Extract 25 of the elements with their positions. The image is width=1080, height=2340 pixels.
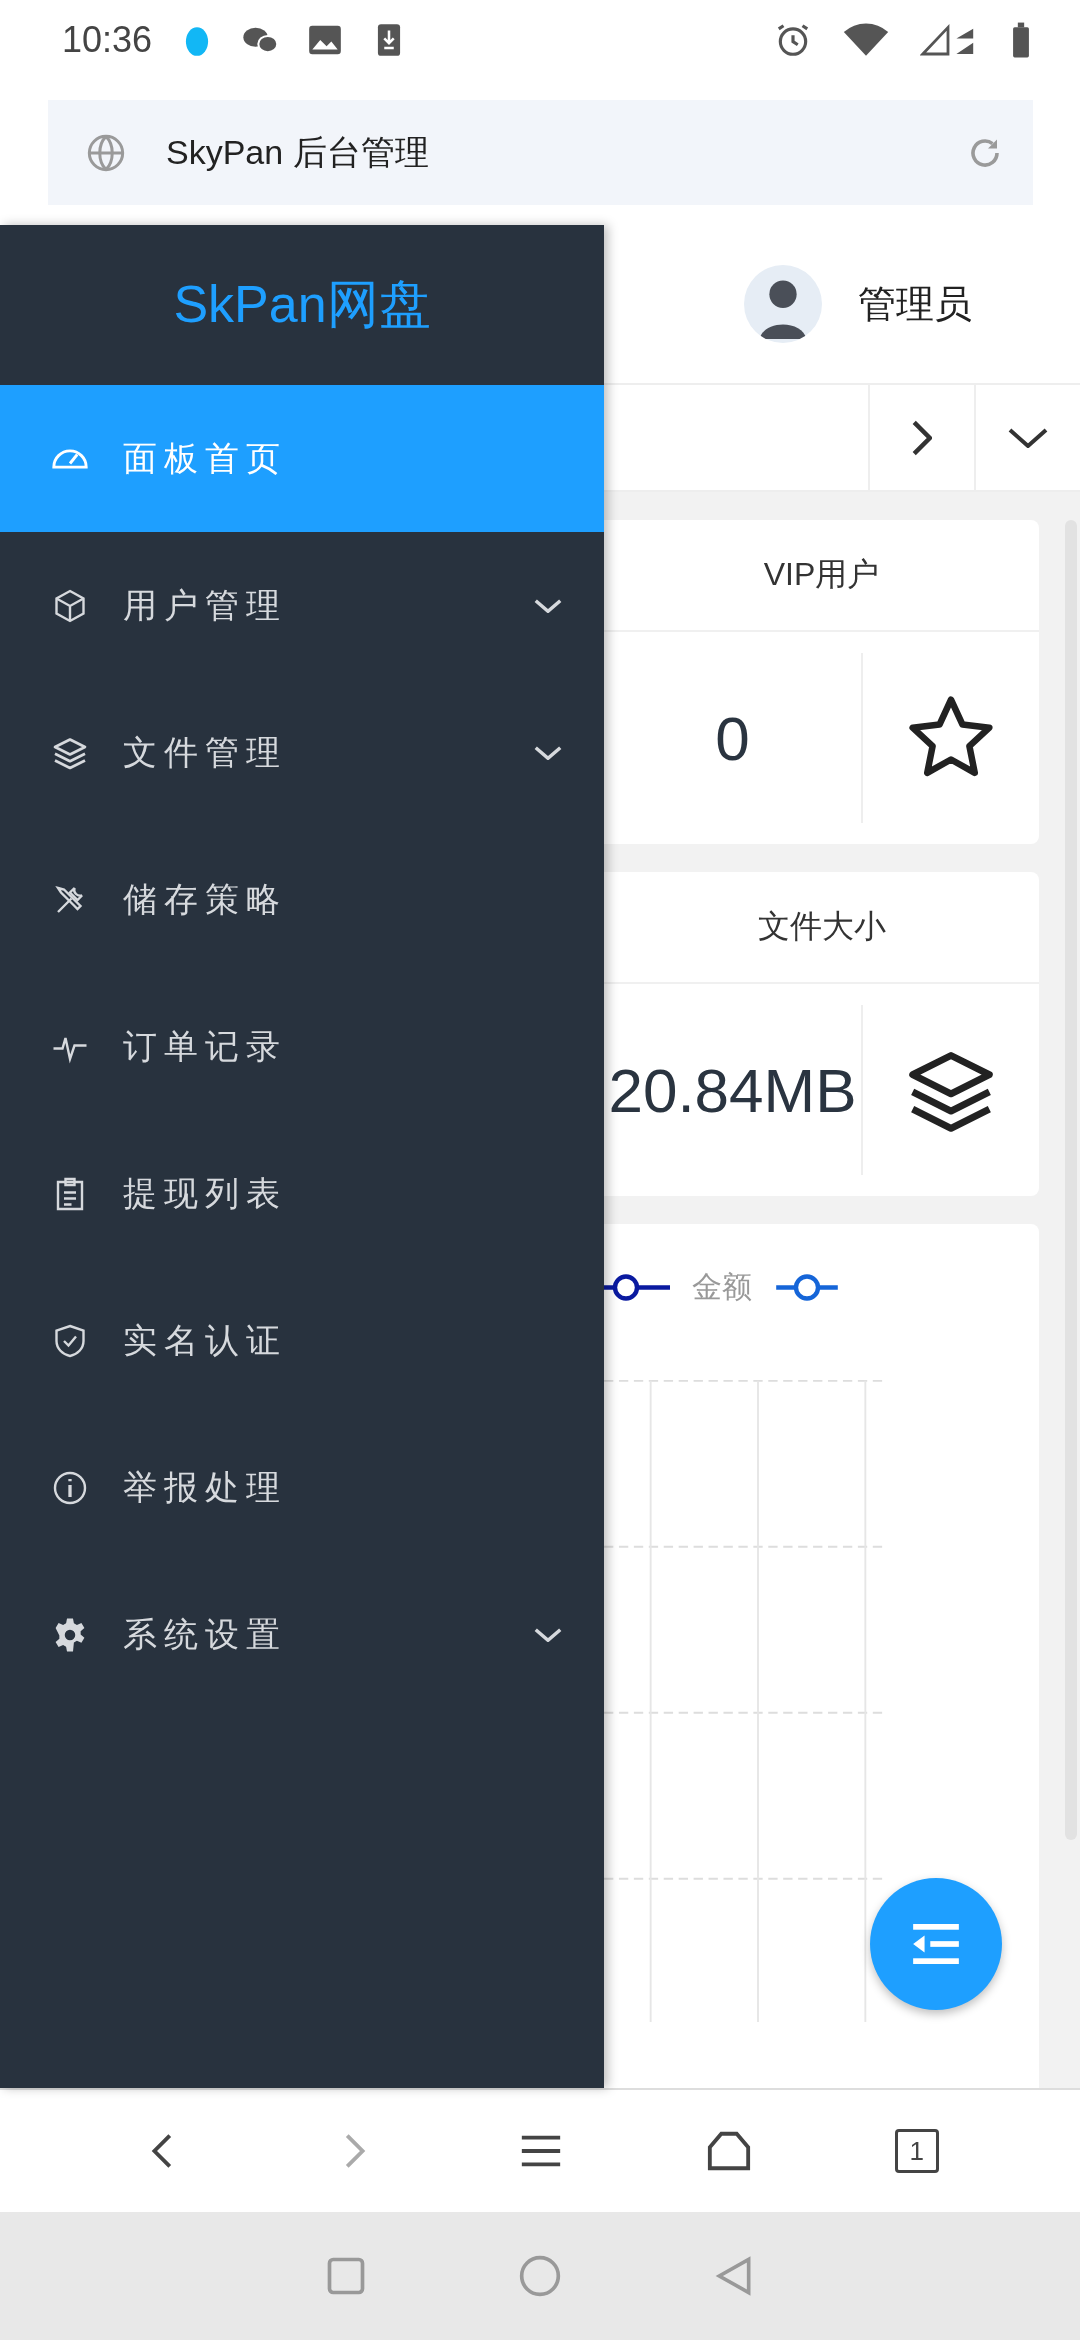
cube-icon [52, 587, 88, 624]
user-name[interactable]: 管理员 [858, 278, 972, 330]
stat-value: 0 [714, 702, 751, 774]
shield-icon [52, 1322, 88, 1359]
sidebar-item[interactable]: 系统设置 [0, 1561, 604, 1708]
page-title: SkyPan 后台管理 [166, 131, 430, 173]
sidebar-item[interactable]: 实名认证 [0, 1267, 604, 1414]
sidebar-item[interactable]: 提现列表 [0, 1120, 604, 1267]
status-time: 10:36 [62, 19, 153, 61]
info-icon [52, 1469, 88, 1506]
gauge-icon [52, 448, 88, 469]
sidebar-item[interactable]: 订单记录 [0, 973, 604, 1120]
sidebar-item[interactable]: 用户管理 [0, 532, 604, 679]
legend-label: 金额 [692, 1268, 752, 1305]
tab-count[interactable]: 1 [894, 2129, 939, 2173]
globe-icon [86, 132, 126, 173]
sidebar-item[interactable]: 举报处理 [0, 1414, 604, 1561]
stat-value: 20.84MB [607, 1054, 858, 1126]
sidebar-item[interactable]: 储存策略 [0, 826, 604, 973]
address-bar[interactable]: SkyPan 后台管理 [48, 100, 1033, 205]
collapse-menu-icon [913, 1924, 959, 1964]
sidebar-item[interactable]: 文件管理 [0, 679, 604, 826]
brand-title: SkPan网盘 [172, 274, 432, 335]
chevron-down-icon [1008, 427, 1048, 448]
chevron-right-icon [912, 419, 932, 456]
